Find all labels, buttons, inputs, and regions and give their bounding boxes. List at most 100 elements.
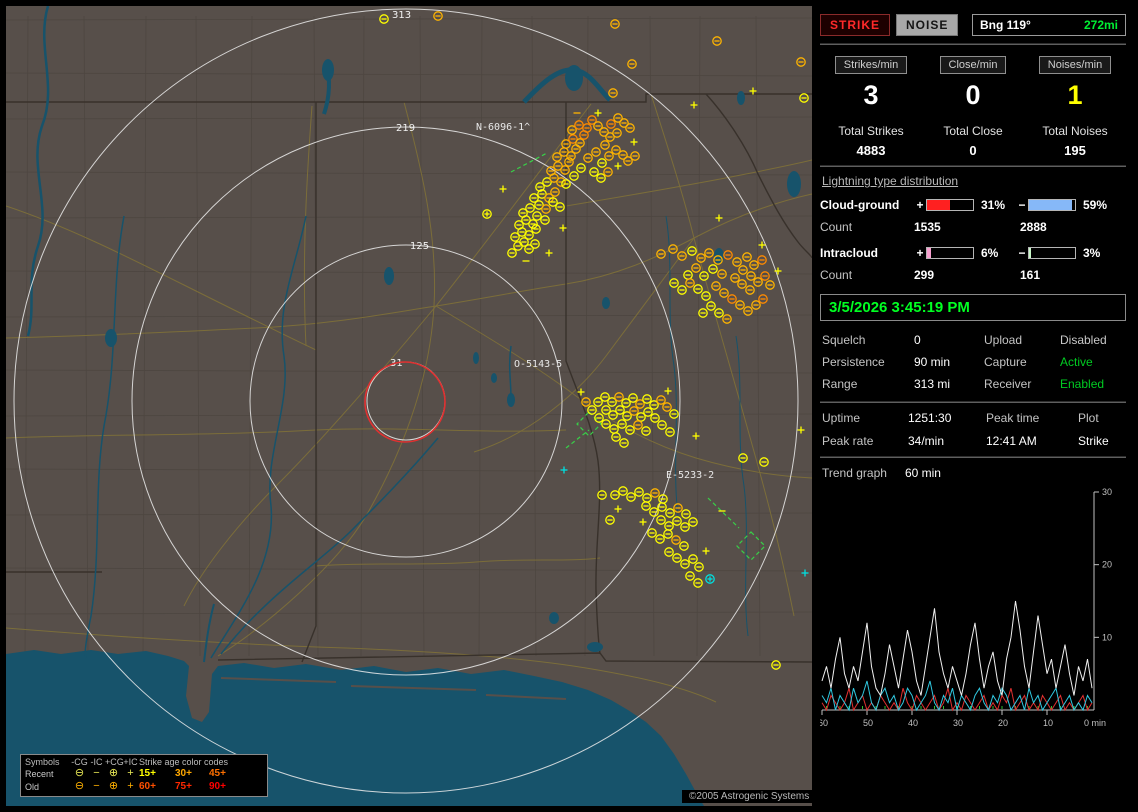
ic-negative-bar [1028,247,1076,259]
cg-negative-bar [1028,199,1076,211]
bearing-distance: 272mi [1084,18,1118,32]
receiver-status: Enabled [1060,377,1126,391]
plus-icon: + [122,767,139,780]
minus-icon: − [88,780,105,793]
trend-graph-chart: 1020306050403020100 min [820,484,1126,746]
trend-graph-header: Trend graph 60 min [822,466,1126,480]
legend-age-title: Strike age color codes [139,757,243,767]
circle-minus-icon: ⊖ [71,780,88,793]
squelch-value: 0 [914,333,984,347]
age-45: 45+ [209,768,243,779]
minus-icon: − [88,767,105,780]
trend-window-value: 60 min [905,466,941,480]
plus-sign: + [914,246,926,260]
svg-text:219: 219 [396,123,415,134]
capture-status: Active [1060,355,1126,369]
noises-per-min-column: Noises/min 1 Total Noises 195 [1024,55,1126,158]
svg-text:N-6096-1^: N-6096-1^ [476,122,530,133]
svg-text:125: 125 [410,241,429,252]
plus-icon: + [122,780,139,793]
peak-rate-value: 34/min [908,434,986,448]
age-30: 30+ [175,768,209,779]
lightning-map[interactable]: 31125219313 N-6096-1^O-5143-5E-5233-2 [6,6,812,806]
capture-label: Capture [984,355,1060,369]
svg-text:40: 40 [908,718,918,728]
strikes-per-min-value: 3 [820,80,922,111]
divider [820,165,1126,167]
strikes-per-min-label: Strikes/min [835,56,907,74]
circle-plus-icon: ⊕ [105,780,122,793]
legend-symbols-title: Symbols [25,757,71,767]
datetime-display: 3/5/2026 3:45:19 PM [820,294,1126,321]
svg-text:20: 20 [998,718,1008,728]
age-90: 90+ [209,781,243,792]
svg-text:60: 60 [820,718,828,728]
intracloud-label: Intracloud [820,246,914,260]
uptime-stats: Uptime 1251:30 Peak time Plot Peak rate … [822,411,1126,448]
intracloud-count-row: Count 299 161 [820,268,1126,282]
cg-positive-count: 1535 [914,220,1020,234]
legend-col-cg-plus: +CG [105,757,122,767]
divider [820,401,1126,403]
legend-row-recent-label: Recent [25,769,71,779]
total-noises-label: Total Noises [1024,124,1126,138]
age-75: 75+ [175,781,209,792]
ic-positive-bar [926,247,974,259]
svg-text:50: 50 [863,718,873,728]
legend-col-cg-minus: -CG [71,757,88,767]
legend-col-ic-minus: -IC [88,757,105,767]
ic-negative-pct: 3% [1078,246,1114,260]
peak-time-value: 12:41 AM [986,434,1078,448]
close-per-min-column: Close/min 0 Total Close 0 [922,55,1024,158]
age-60: 60+ [139,781,175,792]
svg-text:0 min: 0 min [1084,718,1106,728]
total-strikes-value: 4883 [820,143,922,158]
legend-row-old-label: Old [25,782,71,792]
control-panel: STRIKE NOISE Bng 119° 272mi Strikes/min … [814,6,1132,806]
uptime-value: 1251:30 [908,411,986,425]
copyright-label: ©2005 Astrogenic Systems [682,790,816,803]
receiver-label: Receiver [984,377,1060,391]
strikes-per-min-column: Strikes/min 3 Total Strikes 4883 [820,55,922,158]
cg-negative-pct: 59% [1078,198,1114,212]
settings-summary: Squelch 0 Upload Disabled Persistence 90… [822,333,1126,391]
upload-label: Upload [984,333,1060,347]
age-15: 15+ [139,768,175,779]
plus-sign: + [914,198,926,212]
minus-sign: − [1016,246,1028,260]
svg-text:20: 20 [1102,560,1112,570]
close-per-min-label: Close/min [940,56,1007,74]
svg-text:10: 10 [1043,718,1053,728]
total-close-label: Total Close [922,124,1024,138]
noises-per-min-value: 1 [1024,80,1126,111]
uptime-label: Uptime [822,411,908,425]
plot-label: Plot [1078,411,1126,425]
count-label: Count [820,220,914,234]
circle-minus-icon: ⊖ [71,767,88,780]
cloud-ground-row: Cloud-ground + 31% − 59% [820,198,1126,212]
cloud-ground-label: Cloud-ground [820,198,914,212]
distribution-title: Lightning type distribution [822,174,1126,188]
total-strikes-label: Total Strikes [820,124,922,138]
plot-value: Strike [1078,434,1126,448]
noises-per-min-label: Noises/min [1039,56,1111,74]
cg-negative-count: 2888 [1020,220,1126,234]
map-container: 31125219313 N-6096-1^O-5143-5E-5233-2 Sy… [6,6,812,806]
circle-plus-icon: ⊕ [105,767,122,780]
strike-button[interactable]: STRIKE [820,14,890,36]
legend-col-ic-plus: +IC [122,757,139,767]
svg-text:30: 30 [953,718,963,728]
noise-button[interactable]: NOISE [896,14,958,36]
svg-text:313: 313 [392,10,411,21]
cg-positive-bar [926,199,974,211]
cg-positive-pct: 31% [976,198,1016,212]
app-window: 31125219313 N-6096-1^O-5143-5E-5233-2 Sy… [0,0,1138,812]
squelch-label: Squelch [822,333,914,347]
peak-time-label: Peak time [986,411,1078,425]
svg-text:10: 10 [1102,632,1112,642]
peak-rate-label: Peak rate [822,434,908,448]
ic-negative-count: 161 [1020,268,1126,282]
svg-text:E-5233-2: E-5233-2 [666,470,714,481]
close-per-min-value: 0 [922,80,1024,111]
range-value: 313 mi [914,377,984,391]
